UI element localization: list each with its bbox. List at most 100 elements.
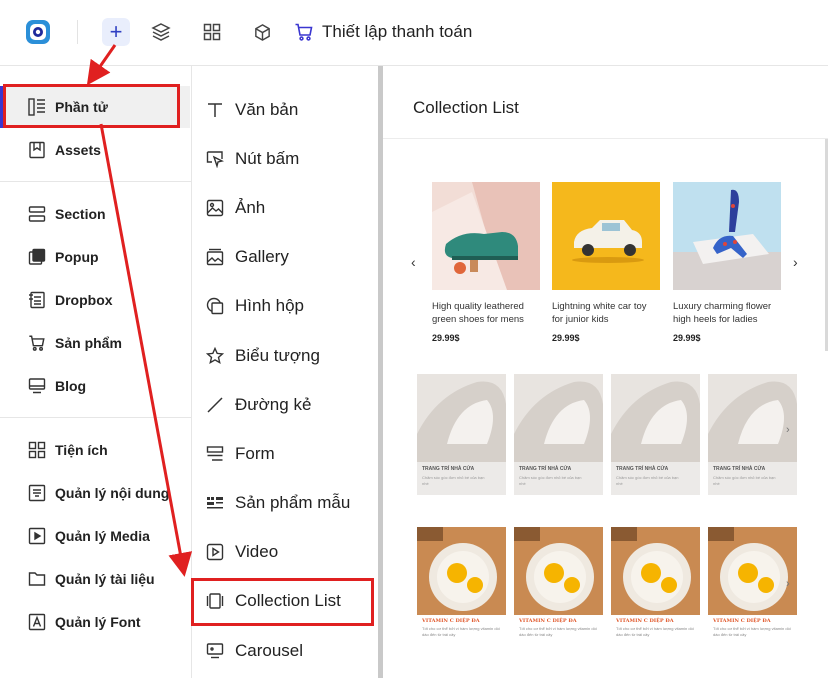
toolbar-divider bbox=[77, 20, 78, 44]
sidebar-item-media-management[interactable]: Quản lý Media bbox=[0, 515, 190, 557]
shape-icon bbox=[205, 296, 225, 316]
element-label: Form bbox=[235, 444, 275, 463]
sidebar-item-dropbox[interactable]: Dropbox bbox=[0, 279, 190, 321]
media-icon bbox=[27, 526, 47, 546]
product-card[interactable]: Luxury charming flower high heels for la… bbox=[673, 182, 781, 343]
monitor-icon bbox=[27, 376, 47, 396]
card-description: Tốt cho cơ thể bởi vì hàm lượng vitamin … bbox=[713, 626, 791, 637]
checkout-settings-link[interactable]: Thiết lập thanh toán bbox=[322, 22, 472, 42]
text-icon bbox=[205, 100, 225, 120]
collection-card[interactable]: VITAMIN C DIỆP ĐA Tốt cho cơ thể bởi vì … bbox=[611, 527, 700, 655]
product-card[interactable]: Lightning white car toy for junior kids … bbox=[552, 182, 660, 343]
element-icon[interactable]: Biểu tượng bbox=[192, 334, 376, 378]
element-label: Ảnh bbox=[235, 198, 266, 217]
decor-image bbox=[514, 374, 603, 462]
carousel-next-arrow[interactable]: › bbox=[793, 254, 798, 270]
sidebar-item-widgets[interactable]: Tiện ích bbox=[0, 429, 190, 471]
sidebar-item-font-management[interactable]: Quản lý Font bbox=[0, 601, 190, 643]
sidebar-item-popup[interactable]: Popup bbox=[0, 236, 190, 278]
cube-button[interactable] bbox=[248, 18, 276, 46]
grid-button[interactable] bbox=[198, 18, 226, 46]
sidebar-item-document-management[interactable]: Quản lý tài liệu bbox=[0, 558, 190, 600]
collection-card[interactable]: TRANG TRÍ NHÀ CỬA Chăm sóc góc đơn nhỏ b… bbox=[708, 374, 797, 495]
sidebar-item-assets[interactable]: Assets bbox=[0, 129, 190, 171]
card-description: Chăm sóc góc đơn nhỏ bé của bạn nhé bbox=[519, 475, 582, 486]
element-button[interactable]: Nút bấm bbox=[192, 137, 376, 181]
card-description: Tốt cho cơ thể bởi vì hàm lượng vitamin … bbox=[422, 626, 500, 637]
app-logo-icon[interactable] bbox=[24, 18, 52, 46]
preview-divider bbox=[383, 138, 828, 139]
collection-card[interactable]: VITAMIN C DIỆP ĐA Tốt cho cơ thể bởi vì … bbox=[514, 527, 603, 655]
product-sample-icon bbox=[205, 493, 225, 513]
collection-card[interactable]: VITAMIN C DIỆP ĐA Tốt cho cơ thể bởi vì … bbox=[708, 527, 797, 655]
collection-card[interactable]: TRANG TRÍ NHÀ CỬA Chăm sóc góc đơn nhỏ b… bbox=[417, 374, 506, 495]
sidebar-item-content-management[interactable]: Quản lý nội dung bbox=[0, 472, 190, 514]
product-title: Luxury charming flower high heels for la… bbox=[673, 301, 772, 325]
element-label: Hình hộp bbox=[235, 296, 304, 315]
element-shape[interactable]: Hình hộp bbox=[192, 284, 376, 328]
element-carousel[interactable]: Carousel bbox=[192, 629, 376, 673]
sidebar-item-label: Quản lý Media bbox=[55, 528, 150, 544]
popup-icon bbox=[27, 247, 47, 267]
layers-button[interactable] bbox=[147, 18, 175, 46]
collection-card[interactable]: VITAMIN C DIỆP ĐA Tốt cho cơ thể bởi vì … bbox=[417, 527, 506, 655]
element-text[interactable]: Văn bản bbox=[192, 88, 376, 132]
card-description: Tốt cho cơ thể bởi vì hàm lượng vitamin … bbox=[519, 626, 597, 637]
cursor-icon bbox=[205, 149, 225, 169]
element-line[interactable]: Đường kẻ bbox=[192, 383, 376, 427]
cart-icon bbox=[27, 333, 47, 353]
row3-next-arrow[interactable]: › bbox=[786, 578, 790, 590]
collection-card[interactable]: TRANG TRÍ NHÀ CỬA Chăm sóc góc đơn nhỏ b… bbox=[514, 374, 603, 495]
section-icon bbox=[27, 204, 47, 224]
sidebar-item-label: Sản phẩm bbox=[55, 335, 122, 351]
element-label: Video bbox=[235, 542, 279, 561]
row2-next-arrow[interactable]: › bbox=[786, 424, 790, 436]
decor-image bbox=[417, 374, 506, 462]
card-description: Chăm sóc góc đơn nhỏ bé của bạn nhé bbox=[422, 475, 485, 486]
card-description: Chăm sóc góc đơn nhỏ bé của bạn nhé bbox=[713, 475, 776, 486]
gallery-icon bbox=[205, 247, 225, 267]
element-video[interactable]: Video bbox=[192, 530, 376, 574]
sidebar: Phần tử Assets Section Popup Dropbox Sản… bbox=[0, 66, 192, 678]
sidebar-item-label: Quản lý Font bbox=[55, 614, 141, 630]
folder-icon bbox=[27, 569, 47, 589]
element-image[interactable]: Ảnh bbox=[192, 186, 376, 230]
sidebar-item-products[interactable]: Sản phẩm bbox=[0, 322, 190, 364]
sidebar-item-label: Dropbox bbox=[55, 292, 113, 308]
plus-icon: + bbox=[109, 19, 123, 44]
product-price: 29.99$ bbox=[552, 333, 580, 343]
element-product-sample[interactable]: Sản phẩm mẫu bbox=[192, 481, 376, 525]
highlight-box-elements bbox=[3, 84, 180, 128]
element-label: Đường kẻ bbox=[235, 395, 312, 414]
carousel-prev-arrow[interactable]: ‹ bbox=[411, 254, 416, 270]
element-form[interactable]: Form bbox=[192, 432, 376, 476]
element-label: Nút bấm bbox=[235, 149, 300, 168]
star-icon bbox=[205, 346, 225, 366]
food-image bbox=[417, 527, 506, 615]
card-description: Tốt cho cơ thể bởi vì hàm lượng vitamin … bbox=[616, 626, 694, 637]
font-icon bbox=[27, 612, 47, 632]
sidebar-item-section[interactable]: Section bbox=[0, 193, 190, 235]
sidebar-item-blog[interactable]: Blog bbox=[0, 365, 190, 407]
sidebar-divider bbox=[0, 181, 192, 182]
element-gallery[interactable]: Gallery bbox=[192, 235, 376, 279]
card-title: VITAMIN C DIỆP ĐA bbox=[713, 618, 771, 624]
sidebar-divider bbox=[0, 417, 192, 418]
element-label: Sản phẩm mẫu bbox=[235, 493, 351, 512]
element-label: Văn bản bbox=[235, 100, 299, 119]
line-icon bbox=[205, 395, 225, 415]
layers-icon bbox=[151, 23, 171, 41]
sidebar-item-label: Popup bbox=[55, 249, 99, 265]
add-element-button[interactable]: + bbox=[102, 18, 130, 46]
cart-button[interactable] bbox=[290, 18, 318, 46]
form-icon bbox=[205, 444, 225, 464]
bookmark-icon bbox=[27, 140, 47, 160]
preview-panel: Collection List ‹ › High quality leather… bbox=[383, 66, 828, 678]
product-price: 29.99$ bbox=[432, 333, 460, 343]
decor-image bbox=[708, 374, 797, 462]
card-title: TRANG TRÍ NHÀ CỬA bbox=[422, 466, 475, 472]
collection-card[interactable]: TRANG TRÍ NHÀ CỬA Chăm sóc góc đơn nhỏ b… bbox=[611, 374, 700, 495]
card-description: Chăm sóc góc đơn nhỏ bé của bạn nhé bbox=[616, 475, 679, 486]
product-price: 29.99$ bbox=[673, 333, 701, 343]
product-card[interactable]: High quality leathered green shoes for m… bbox=[432, 182, 540, 343]
